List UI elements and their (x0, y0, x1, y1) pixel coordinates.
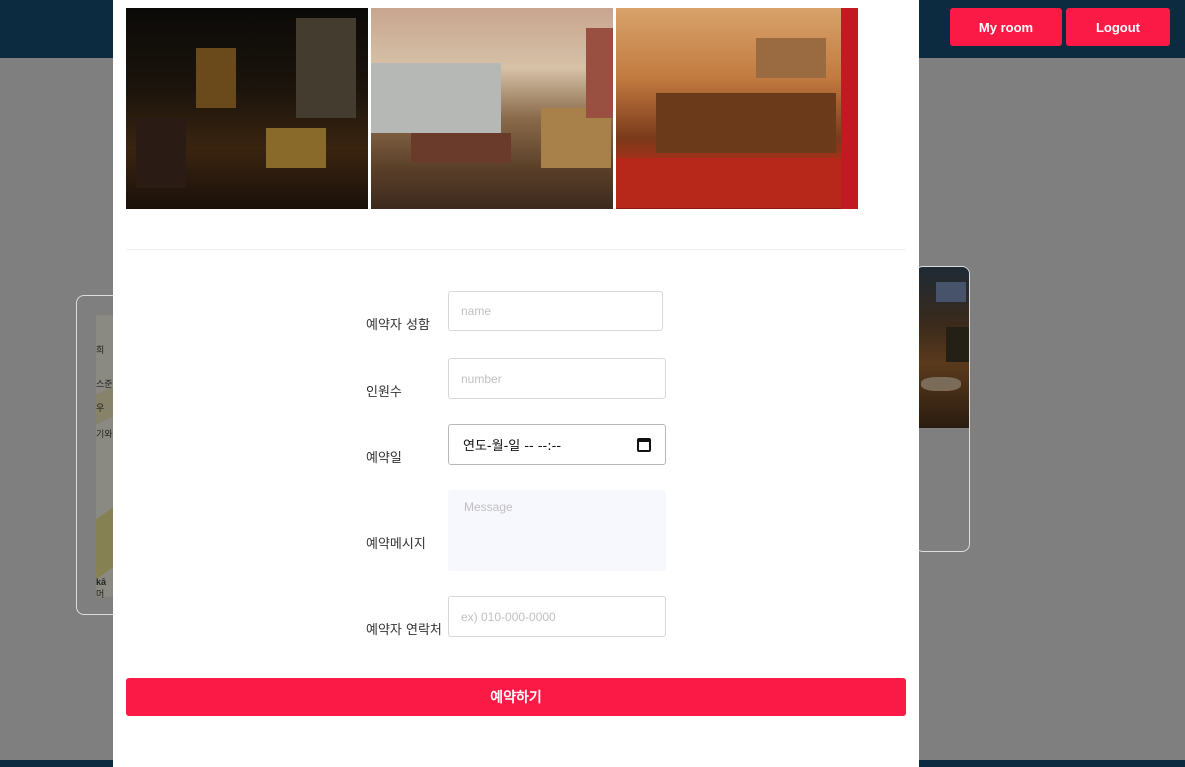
gallery-photo-bar-counter (616, 8, 858, 209)
message-label: 예약메시지 (366, 537, 426, 552)
date-value: 연도-월-일 -- --:-- (463, 439, 562, 454)
map-label: 희 (96, 345, 105, 355)
phone-input[interactable] (448, 596, 666, 637)
gallery-photo-bar-interior (126, 8, 368, 209)
logout-button[interactable]: Logout (1066, 8, 1170, 46)
map-label: 스준 (96, 379, 113, 389)
name-input[interactable] (448, 291, 663, 331)
date-input[interactable]: 연도-월-일 -- --:-- (448, 424, 666, 465)
people-count-label: 인원수 (366, 385, 402, 400)
people-count-input[interactable] (448, 358, 666, 399)
reservation-modal: 예약자 성함 인원수 예약일 연도-월-일 -- --:-- 예약메시지 예약자… (113, 0, 919, 767)
map-label: 기와 (96, 429, 113, 439)
map-label: 우 (96, 403, 105, 413)
message-textarea[interactable] (448, 490, 666, 571)
gallery-photo-dining-area (371, 8, 613, 209)
calendar-icon[interactable] (637, 437, 651, 452)
map-label: kā (96, 577, 107, 587)
map-label: 머 (96, 589, 105, 599)
divider (126, 249, 906, 250)
phone-label: 예약자 연락처 (366, 623, 442, 638)
room-card[interactable] (915, 266, 970, 552)
room-photo (916, 267, 969, 428)
name-label: 예약자 성함 (366, 318, 430, 333)
my-room-button[interactable]: My room (950, 8, 1062, 46)
date-label: 예약일 (366, 451, 402, 466)
reserve-button[interactable]: 예약하기 (126, 678, 906, 716)
photo-gallery (126, 8, 858, 209)
